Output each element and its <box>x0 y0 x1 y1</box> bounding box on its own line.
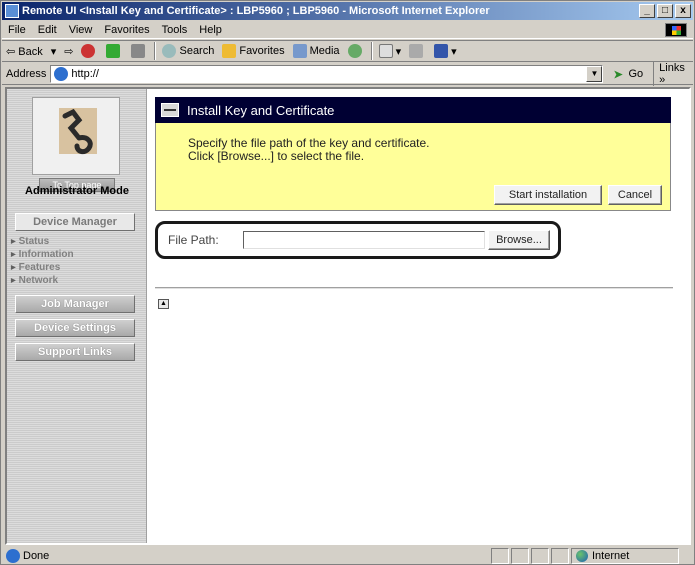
instructions-panel: Specify the file path of the key and cer… <box>155 123 671 211</box>
mail-button[interactable]: ▾ <box>375 41 406 61</box>
window-controls: _ □ x <box>639 4 691 18</box>
search-icon <box>162 44 177 58</box>
menu-edit[interactable]: Edit <box>32 24 63 36</box>
title-bar[interactable]: Remote UI <Install Key and Certificate> … <box>2 2 693 20</box>
divider <box>155 287 673 289</box>
favorites-icon <box>222 44 237 58</box>
toolbar-separator <box>154 42 157 60</box>
status-text: Done <box>23 550 50 562</box>
windows-logo-icon <box>665 22 687 37</box>
instructions-text: Specify the file path of the key and cer… <box>188 137 429 163</box>
stop-button[interactable] <box>77 41 102 61</box>
device-settings-button[interactable]: Device Settings <box>15 319 135 337</box>
logo-box: To Top page <box>32 97 120 192</box>
status-cells: Internet <box>491 548 693 564</box>
instruction-line-2: Click [Browse...] to select the file. <box>188 149 365 163</box>
status-cell <box>531 548 549 564</box>
back-to-top-icon[interactable]: ▲ <box>158 299 169 309</box>
sidebar-link-status[interactable]: Status <box>11 236 50 247</box>
home-button[interactable] <box>127 41 152 61</box>
sidebar-link-features[interactable]: Features <box>11 262 61 273</box>
search-label: Search <box>179 45 215 57</box>
address-label: Address <box>6 67 47 80</box>
page-title: Install Key and Certificate <box>187 102 335 118</box>
back-button[interactable]: ⇦ Back <box>2 41 47 61</box>
go-button[interactable]: ➤ Go <box>613 67 644 81</box>
go-arrow-icon: ➤ <box>613 68 623 81</box>
close-button[interactable]: x <box>675 4 691 18</box>
sidebar-link-information[interactable]: Information <box>11 249 74 260</box>
status-cell <box>551 548 569 564</box>
support-links-button[interactable]: Support Links <box>15 343 135 361</box>
favorites-button[interactable]: Favorites <box>218 41 288 61</box>
status-page-icon <box>6 549 20 563</box>
file-path-row: File Path: Browse... <box>155 221 561 259</box>
menu-favorites[interactable]: Favorites <box>98 24 155 36</box>
word-edit-icon <box>434 44 449 58</box>
cancel-button[interactable]: Cancel <box>608 185 662 205</box>
status-cell <box>511 548 529 564</box>
media-icon <box>292 44 307 58</box>
internet-globe-icon <box>576 550 588 562</box>
page-icon <box>54 66 69 81</box>
address-dropdown-icon[interactable]: ▼ <box>586 65 603 82</box>
media-label: Media <box>309 45 340 57</box>
status-cell <box>491 548 509 564</box>
toolbar-separator <box>370 42 373 60</box>
refresh-icon <box>106 44 121 58</box>
main-panel: Install Key and Certificate Specify the … <box>148 89 689 543</box>
address-input[interactable]: http:// ▼ <box>50 64 604 83</box>
edit-button[interactable]: ▾ <box>430 41 461 61</box>
menu-tools[interactable]: Tools <box>156 24 194 36</box>
stop-icon <box>81 44 96 58</box>
go-label: Go <box>628 67 644 80</box>
home-icon <box>131 44 146 58</box>
address-bar: Address http:// ▼ ➤ Go Links » <box>2 61 693 86</box>
browse-button[interactable]: Browse... <box>488 230 550 250</box>
maximize-button[interactable]: □ <box>657 4 673 18</box>
job-manager-button[interactable]: Job Manager <box>15 295 135 313</box>
remote-ui-logo-icon <box>59 108 97 155</box>
menu-bar: File Edit View Favorites Tools Help <box>2 21 693 39</box>
standard-toolbar: ⇦ Back ▾ ⇨ Search Favorites Media ▾ ▾ <box>2 40 693 62</box>
back-dropdown-icon[interactable]: ▾ <box>47 41 61 61</box>
file-path-input[interactable] <box>243 231 485 249</box>
address-value[interactable]: http:// <box>71 68 586 80</box>
history-button[interactable] <box>344 41 369 61</box>
links-button[interactable]: Links » <box>653 61 693 86</box>
forward-button[interactable]: ⇨ <box>60 41 77 61</box>
sidebar: To Top page Administrator Mode Device Ma… <box>7 89 147 543</box>
history-icon <box>347 44 362 58</box>
status-bar: Done Internet <box>2 547 693 565</box>
file-path-label: File Path: <box>168 233 219 247</box>
menu-view[interactable]: View <box>63 24 99 36</box>
window-title: Remote UI <Install Key and Certificate> … <box>22 5 490 17</box>
device-manager-button[interactable]: Device Manager <box>15 213 135 231</box>
minimize-button[interactable]: _ <box>639 4 655 18</box>
menu-help[interactable]: Help <box>193 24 228 36</box>
administrator-mode-label: Administrator Mode <box>25 185 129 197</box>
browser-window: Remote UI <Install Key and Certificate> … <box>0 0 695 565</box>
refresh-button[interactable] <box>102 41 127 61</box>
mail-icon <box>378 44 393 58</box>
start-installation-button[interactable]: Start installation <box>494 185 602 205</box>
security-zone: Internet <box>571 548 679 564</box>
print-icon <box>409 44 424 58</box>
ie-app-icon <box>5 4 19 18</box>
certificate-icon <box>161 103 179 117</box>
panel-header: Install Key and Certificate <box>155 97 671 123</box>
search-button[interactable]: Search <box>158 41 218 61</box>
sidebar-link-network[interactable]: Network <box>11 275 58 286</box>
page-content: To Top page Administrator Mode Device Ma… <box>5 87 691 545</box>
favorites-label: Favorites <box>239 45 285 57</box>
menu-file[interactable]: File <box>2 24 32 36</box>
media-button[interactable]: Media <box>289 41 344 61</box>
print-button[interactable] <box>405 41 430 61</box>
zone-label: Internet <box>592 550 630 562</box>
